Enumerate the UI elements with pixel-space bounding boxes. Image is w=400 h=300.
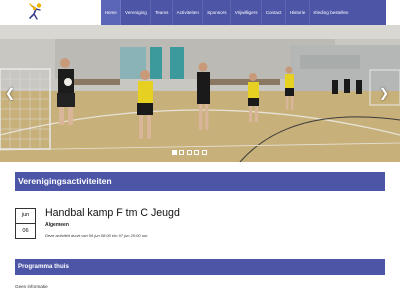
- nav-item-teams[interactable]: Teams: [151, 0, 174, 25]
- nav-item-historie[interactable]: Historie: [286, 0, 310, 25]
- carousel-dot-4[interactable]: [194, 150, 200, 155]
- carousel-dot-2[interactable]: [179, 150, 185, 155]
- nav-item-contact[interactable]: Contact: [262, 0, 287, 25]
- carousel-dot-1[interactable]: [172, 150, 177, 155]
- chevron-left-icon[interactable]: ❮: [5, 87, 15, 99]
- carousel-slide-image: [0, 25, 400, 162]
- activity-month: jun: [21, 212, 30, 218]
- activity-day: 06: [22, 228, 29, 234]
- nav-item-vereniging[interactable]: Vereniging: [121, 0, 152, 25]
- carousel-dot-3[interactable]: [186, 150, 192, 155]
- program-empty-text: Geen informatie: [15, 284, 48, 289]
- main-navigation: Home Vereniging Teams Activiteiten Sponsors V…: [101, 0, 386, 25]
- top-bar: Home Vereniging Teams Activiteiten Sponsors V…: [0, 0, 400, 25]
- date-divider: [16, 223, 35, 224]
- activity-duration-note: Deze activiteit duurt van 06 jun 08:00 t…: [45, 233, 148, 238]
- activities-heading: Verenigingsactiviteiten: [15, 172, 385, 191]
- activity-title[interactable]: Handbal kamp F tm C Jeugd: [45, 207, 180, 219]
- nav-item-kleding-bestellen[interactable]: Kleding bestellen: [310, 0, 352, 25]
- nav-item-activiteiten[interactable]: Activiteiten: [173, 0, 204, 25]
- chevron-right-icon[interactable]: ❯: [379, 87, 389, 99]
- activity-date-badge: jun 06: [15, 208, 36, 239]
- nav-item-vrijwilligers[interactable]: Vrijwilligers: [231, 0, 263, 25]
- carousel-indicators: [172, 150, 207, 155]
- nav-item-home[interactable]: Home: [101, 0, 122, 25]
- photo-carousel: ❮ ❯: [0, 25, 400, 162]
- activity-category: Algemeen: [45, 222, 69, 228]
- nav-item-sponsors[interactable]: Sponsors: [203, 0, 232, 25]
- carousel-dot-5[interactable]: [201, 150, 207, 155]
- handball-player-logo-icon[interactable]: [24, 2, 46, 22]
- program-heading: Programma thuis: [15, 259, 385, 275]
